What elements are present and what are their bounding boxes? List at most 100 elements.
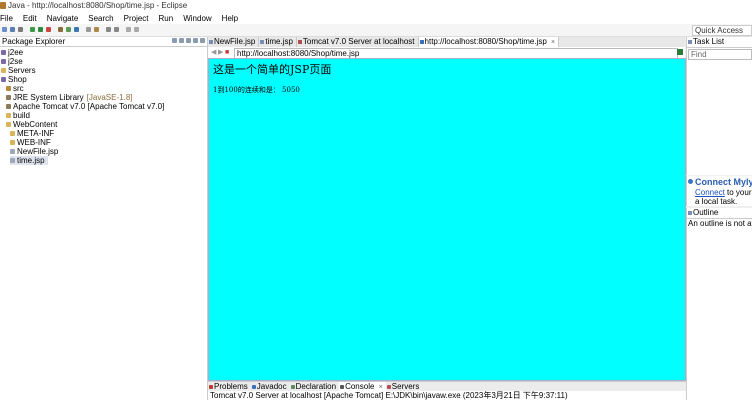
- tree-item-shop[interactable]: Shop: [1, 75, 27, 84]
- jsp-file-icon: [209, 40, 213, 44]
- tree-item-label: build: [13, 111, 30, 120]
- project-icon: [1, 50, 6, 55]
- open-type-icon[interactable]: [86, 27, 91, 32]
- menu-window[interactable]: Window: [179, 12, 217, 24]
- stop-icon[interactable]: ■: [225, 49, 229, 56]
- title-bar: Java - http://localhost:8080/Shop/time.j…: [0, 0, 752, 12]
- tab-label: Javadoc: [256, 382, 287, 391]
- tree-item-j2ee[interactable]: j2ee: [1, 48, 23, 57]
- folder-icon: [6, 122, 11, 127]
- browser-viewport: 这是一个简单的JSP页面 1到100的连续和是： 5050: [208, 58, 686, 381]
- outline-title: Outline: [693, 208, 719, 217]
- page-heading: 这是一个简单的JSP页面: [213, 63, 332, 76]
- minimize-icon[interactable]: [193, 38, 198, 43]
- tab-time-jsp[interactable]: time.jsp: [259, 37, 297, 47]
- print-icon[interactable]: [18, 27, 23, 32]
- debug-icon[interactable]: [30, 27, 35, 32]
- new-icon[interactable]: [2, 27, 7, 32]
- package-explorer-header: Package Explorer: [0, 37, 207, 47]
- back-icon[interactable]: [126, 27, 131, 32]
- quick-access-input[interactable]: Quick Access: [692, 25, 752, 36]
- new-class-icon[interactable]: [74, 27, 79, 32]
- collapse-all-icon[interactable]: [172, 38, 177, 43]
- external-tools-icon[interactable]: [46, 27, 51, 32]
- tab-label: Servers: [391, 382, 420, 391]
- tree-item-label: Shop: [8, 75, 27, 84]
- tree-item-webcontent[interactable]: WebContent: [6, 120, 57, 129]
- tree-item-label: j2ee: [8, 48, 24, 57]
- menu-help[interactable]: Help: [218, 12, 244, 24]
- close-icon[interactable]: ×: [551, 39, 555, 46]
- menu-edit[interactable]: Edit: [19, 12, 43, 24]
- tree-item-build[interactable]: build: [6, 111, 30, 120]
- tree-item-newfile-jsp[interactable]: NewFile.jsp: [10, 147, 58, 156]
- menu-bar: File Edit Navigate Search Project Run Wi…: [0, 12, 752, 24]
- library-icon: [6, 104, 11, 109]
- next-annotation-icon[interactable]: [106, 27, 111, 32]
- window-title: Java - http://localhost:8080/Shop/time.j…: [8, 1, 188, 10]
- forward-icon[interactable]: ▶: [218, 49, 223, 56]
- previous-annotation-icon[interactable]: [114, 27, 119, 32]
- tree-item-jre-system-library[interactable]: JRE System Library [JavaSE-1.8]: [6, 93, 133, 102]
- tree-item-servers[interactable]: Servers: [1, 66, 36, 75]
- go-icon[interactable]: [677, 49, 683, 55]
- browser-icon: [419, 40, 424, 44]
- project-icon: [1, 59, 6, 64]
- tree-item-label: Apache Tomcat v7.0 [Apache Tomcat v7.0]: [13, 102, 165, 111]
- javadoc-icon: [251, 385, 256, 389]
- tree-item-src[interactable]: src: [6, 84, 24, 93]
- tree-item-meta-inf[interactable]: META-INF: [10, 129, 54, 138]
- menu-file[interactable]: File: [0, 12, 19, 24]
- tree-item-apache-tomcat[interactable]: Apache Tomcat v7.0 [Apache Tomcat v7.0]: [6, 102, 164, 111]
- problems-icon: [209, 385, 213, 389]
- run-icon[interactable]: [38, 27, 43, 32]
- mylyn-description: Connect to your ta: [695, 188, 752, 197]
- folder-icon: [1, 68, 6, 73]
- task-find-input[interactable]: Find: [688, 49, 752, 60]
- search-icon[interactable]: [94, 27, 99, 32]
- tab-browser-time-jsp[interactable]: http://localhost:8080/Shop/time.jsp ×: [418, 37, 560, 47]
- tree-item-time-jsp[interactable]: time.jsp: [10, 156, 48, 165]
- tree-item-label: j2se: [8, 57, 23, 66]
- menu-run[interactable]: Run: [155, 12, 180, 24]
- tree-item-label: META-INF: [17, 129, 55, 138]
- link-with-editor-icon[interactable]: [179, 38, 184, 43]
- new-java-project-icon[interactable]: [58, 27, 63, 32]
- tab-label: Console: [345, 382, 375, 391]
- tab-label: http://localhost:8080/Shop/time.jsp: [424, 37, 547, 46]
- task-list-icon: [688, 40, 692, 44]
- tree-item-label: NewFile.jsp: [17, 147, 59, 156]
- outline-header: Outline: [687, 208, 752, 219]
- tab-tomcat-server[interactable]: Tomcat v7.0 Server at localhost: [297, 37, 419, 47]
- menu-search[interactable]: Search: [84, 12, 119, 24]
- menu-project[interactable]: Project: [120, 12, 155, 24]
- tree-item-label: WEB-INF: [17, 138, 51, 147]
- menu-navigate[interactable]: Navigate: [43, 12, 85, 24]
- outline-message: An outline is not ava: [688, 219, 752, 228]
- back-icon[interactable]: ◀: [211, 49, 216, 56]
- save-icon[interactable]: [10, 27, 15, 32]
- java-perspective-icon: [0, 2, 6, 9]
- tree-item-web-inf[interactable]: WEB-INF: [10, 138, 51, 147]
- tab-label: Problems: [214, 382, 248, 391]
- task-list-view: Task List Find: [686, 37, 752, 175]
- servers-icon: [386, 385, 391, 389]
- tab-label: time.jsp: [265, 37, 293, 46]
- source-folder-icon: [6, 86, 11, 91]
- maximize-icon[interactable]: [200, 38, 205, 43]
- tree-item-j2se[interactable]: j2se: [1, 57, 23, 66]
- mylyn-connect-link[interactable]: Connect: [695, 188, 725, 197]
- new-package-icon[interactable]: [66, 27, 71, 32]
- jsp-file-icon: [260, 40, 265, 44]
- tab-newfile-jsp[interactable]: NewFile.jsp: [208, 37, 260, 47]
- jsp-file-icon: [10, 149, 15, 154]
- folder-icon: [10, 131, 15, 136]
- library-icon: [6, 95, 11, 100]
- info-icon: [688, 179, 693, 184]
- close-icon[interactable]: ×: [379, 384, 383, 391]
- outline-view: Outline An outline is not ava: [686, 208, 752, 400]
- forward-icon[interactable]: [134, 27, 139, 32]
- tree-item-suffix: [JavaSE-1.8]: [86, 93, 133, 102]
- view-menu-icon[interactable]: [186, 38, 191, 43]
- package-explorer: Package Explorer j2ee j2se Servers Shop: [0, 37, 208, 400]
